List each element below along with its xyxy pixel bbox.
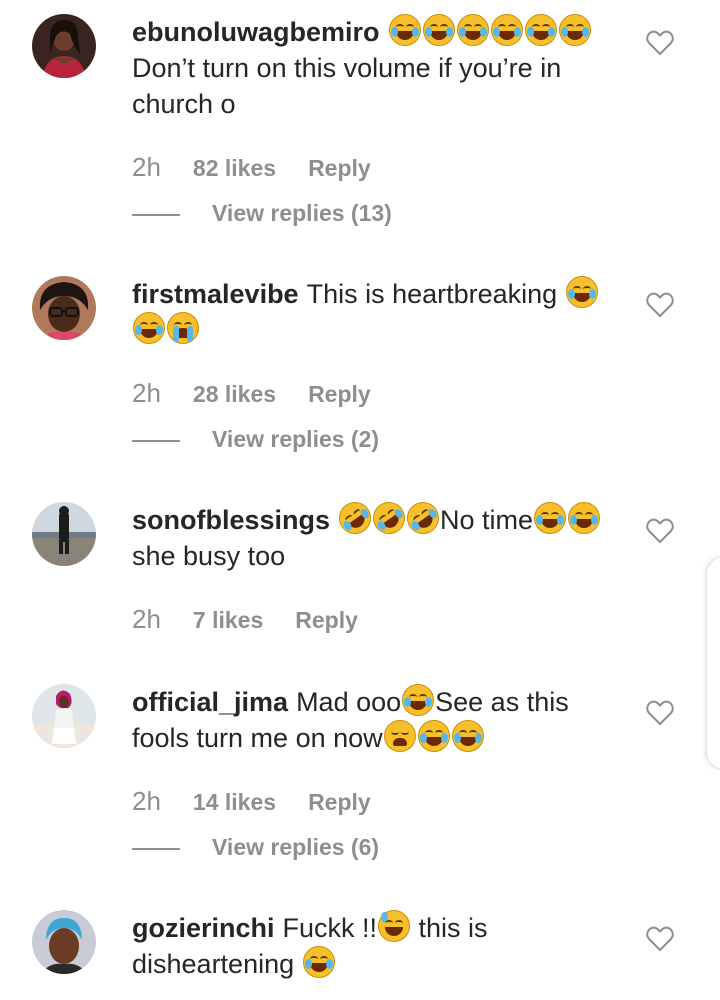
view-replies-label: View replies (13)	[212, 200, 392, 226]
reply-button[interactable]: Reply	[308, 381, 371, 408]
sweat-smile-emoji-icon	[378, 910, 411, 942]
laughing-emoji-icon	[558, 14, 591, 46]
weary-emoji-icon	[383, 720, 416, 752]
heart-icon[interactable]	[646, 30, 674, 56]
reply-button[interactable]: Reply	[308, 789, 371, 816]
laughing-emoji-icon	[568, 502, 601, 534]
comment-body-line2: church o	[132, 89, 236, 119]
view-replies-button[interactable]: View replies (13)	[132, 200, 392, 227]
divider-line	[132, 439, 180, 442]
comment-meta: 2h 82 likes Reply	[132, 152, 403, 183]
avatar[interactable]	[32, 14, 96, 78]
reply-button[interactable]: Reply	[295, 607, 358, 634]
laughing-emoji-icon	[388, 14, 421, 46]
comment-body-part2: See as this	[435, 687, 569, 717]
view-replies-button[interactable]: View replies (2)	[132, 426, 379, 453]
comment-text: gozierinchi Fuckk !! this is disheartenin…	[132, 910, 612, 982]
username[interactable]: firstmalevibe	[132, 279, 299, 309]
comment-body-line1: Don’t turn on this volume if you’re in	[132, 53, 562, 83]
username[interactable]: ebunoluwagbemiro	[132, 17, 380, 47]
comment-meta: 2h 28 likes Reply	[132, 378, 403, 409]
username[interactable]: official_jima	[132, 687, 288, 717]
comment-body-line2: fools turn me on now	[132, 723, 383, 753]
comment-text: ebunoluwagbemiro Don’t turn on this volu…	[132, 14, 612, 122]
comment-body-line2: she busy too	[132, 541, 286, 571]
laughing-emoji-icon	[451, 720, 484, 752]
comment-body-line2: disheartening	[132, 949, 295, 979]
divider-line	[132, 847, 180, 850]
laughing-emoji-icon	[456, 14, 489, 46]
heart-icon[interactable]	[646, 292, 674, 318]
view-replies-label: View replies (6)	[212, 834, 380, 860]
comment-text: firstmalevibe This is heartbreaking	[132, 276, 612, 348]
edge-panel-handle[interactable]	[706, 556, 720, 770]
comment-meta: 2h 7 likes Reply	[132, 604, 390, 635]
username[interactable]: gozierinchi	[132, 913, 275, 943]
laughing-emoji-icon	[133, 312, 165, 344]
laughing-emoji-icon	[422, 14, 455, 46]
likes-count[interactable]: 7 likes	[193, 607, 263, 634]
laughing-emoji-icon	[417, 720, 450, 752]
crying-emoji-icon	[167, 312, 199, 344]
heart-icon[interactable]	[646, 518, 674, 544]
comment-time: 2h	[132, 786, 161, 816]
view-replies-label: View replies (2)	[212, 426, 380, 452]
laughing-emoji-icon	[534, 502, 567, 534]
avatar[interactable]	[32, 276, 96, 340]
avatar[interactable]	[32, 684, 96, 748]
laughing-emoji-icon	[524, 14, 557, 46]
comment-body: Mad ooo	[296, 687, 402, 717]
likes-count[interactable]: 28 likes	[193, 381, 276, 408]
comment-text: sonofblessings No time she busy too	[132, 495, 612, 574]
avatar[interactable]	[32, 910, 96, 974]
comment-body: Fuckk !!	[282, 913, 378, 943]
rofl-emoji-icon	[332, 495, 378, 541]
likes-count[interactable]: 82 likes	[193, 155, 276, 182]
divider-line	[132, 213, 180, 216]
comment-body: This is heartbreaking	[306, 279, 558, 309]
rofl-emoji-icon	[366, 495, 412, 541]
comment-body: No time	[440, 505, 534, 535]
comment-meta: 2h 14 likes Reply	[132, 786, 403, 817]
comment-body-part2: this is	[411, 913, 488, 943]
laughing-emoji-icon	[565, 276, 598, 308]
reply-button[interactable]: Reply	[308, 155, 371, 182]
comment-time: 2h	[132, 604, 161, 634]
laughing-emoji-icon	[302, 946, 335, 978]
likes-count[interactable]: 14 likes	[193, 789, 276, 816]
comment-time: 2h	[132, 378, 161, 408]
rofl-emoji-icon	[400, 495, 446, 541]
username[interactable]: sonofblessings	[132, 505, 330, 535]
laughing-emoji-icon	[402, 684, 435, 716]
view-replies-button[interactable]: View replies (6)	[132, 834, 379, 861]
comment-text: official_jima Mad ooo See as this fools tu…	[132, 684, 612, 756]
laughing-emoji-icon	[490, 14, 523, 46]
heart-icon[interactable]	[646, 700, 674, 726]
avatar[interactable]	[32, 502, 96, 566]
comment-time: 2h	[132, 152, 161, 182]
heart-icon[interactable]	[646, 926, 674, 952]
